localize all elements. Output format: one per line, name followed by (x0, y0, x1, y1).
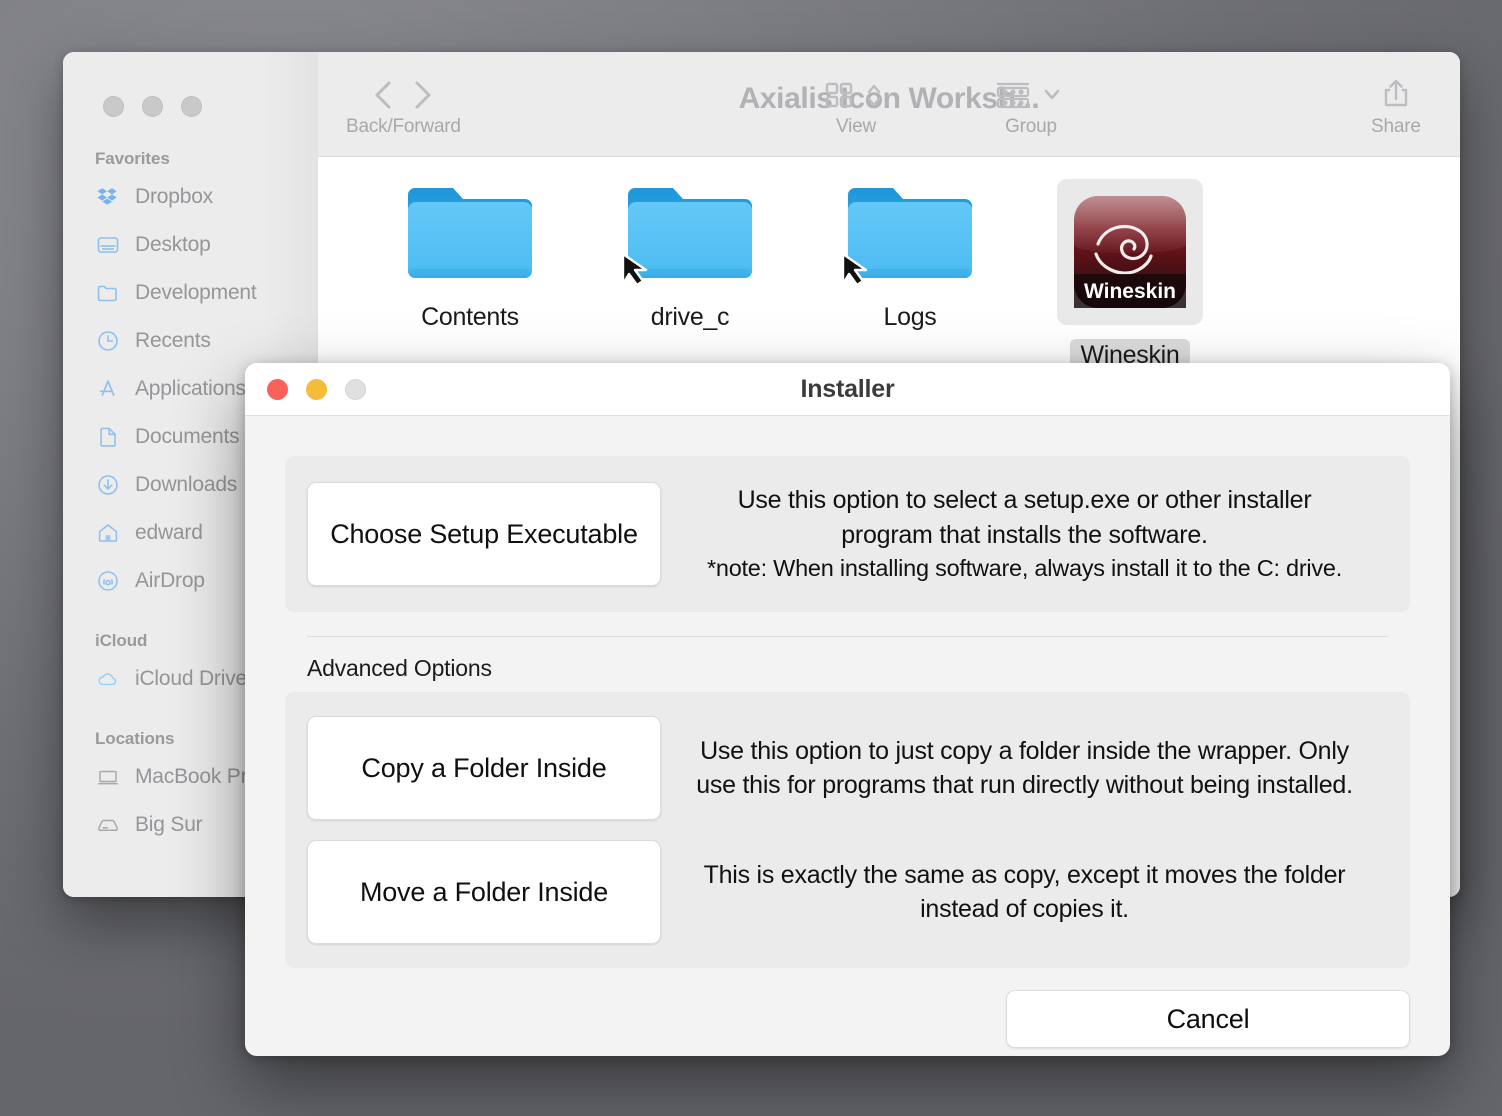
finder-close-button[interactable] (103, 96, 124, 117)
copy-option-description: Use this option to just copy a folder in… (696, 736, 1353, 800)
file-item-wineskin[interactable]: Wineskin Wineskin (1020, 179, 1240, 372)
sidebar-item-label: Desktop (135, 233, 211, 256)
finder-traffic-lights[interactable] (63, 78, 318, 117)
file-item-drive-c[interactable]: drive_c (580, 179, 800, 372)
svg-text:Wineskin: Wineskin (1084, 280, 1176, 303)
advanced-options-panel: Copy a Folder Inside Use this option to … (285, 692, 1410, 968)
sidebar-item-dropbox[interactable]: Dropbox (63, 173, 318, 221)
toolbar-view[interactable]: View (817, 72, 895, 138)
toolbar-label: Group (1005, 116, 1057, 137)
sidebar-group-title-favorites: Favorites (95, 149, 170, 168)
sidebar-item-label: Documents (135, 425, 240, 448)
clock-icon (95, 328, 121, 354)
advanced-option-copy: Copy a Folder Inside Use this option to … (307, 716, 1388, 820)
toolbar-label: Back/Forward (346, 116, 461, 137)
cloud-icon (95, 666, 121, 692)
installer-footer: Cancel (245, 968, 1450, 1048)
app-store-icon (95, 376, 121, 402)
primary-desc-line1: Use this option to select a setup.exe or… (737, 486, 1312, 515)
sidebar-item-label: edward (135, 521, 203, 544)
file-item-contents[interactable]: Contents (360, 179, 580, 372)
home-icon (95, 520, 121, 546)
dropbox-icon (95, 184, 121, 210)
sidebar-item-label: Recents (135, 329, 211, 352)
choose-setup-executable-button[interactable]: Choose Setup Executable (307, 482, 661, 586)
sidebar-item-label: Downloads (135, 473, 238, 496)
sidebar-item-development[interactable]: Development (63, 269, 318, 317)
hard-drive-icon (95, 812, 121, 838)
sidebar-item-label: Applications (135, 377, 246, 400)
sidebar-item-recents[interactable]: Recents (63, 317, 318, 365)
grid-view-icon[interactable] (817, 72, 895, 118)
file-row: Contents drive_c Logs Wineskin Wineskin (318, 179, 1460, 372)
sidebar-item-label: Dropbox (135, 185, 213, 208)
alias-arrow-icon (839, 248, 875, 291)
sidebar-item-label: MacBook Pro (135, 765, 259, 788)
file-label: drive_c (650, 303, 730, 331)
airdrop-icon (95, 568, 121, 594)
share-icon[interactable] (1373, 72, 1419, 118)
advanced-options-label: Advanced Options (307, 655, 492, 681)
folder-icon-contents (405, 179, 535, 287)
toolbar-share[interactable]: Share (1371, 72, 1421, 138)
installer-body: Choose Setup Executable Use this option … (245, 416, 1450, 968)
file-label: Contents (421, 303, 519, 331)
primary-desc-line2: program that installs the software. (841, 520, 1208, 549)
copy-folder-inside-button[interactable]: Copy a Folder Inside (307, 716, 661, 820)
primary-option-panel: Choose Setup Executable Use this option … (285, 456, 1410, 612)
installer-dialog[interactable]: Installer Choose Setup Executable Use th… (245, 363, 1450, 1056)
toolbar-label: View (835, 116, 877, 137)
finder-minimize-button[interactable] (142, 96, 163, 117)
alias-arrow-icon (619, 248, 655, 291)
folder-icon-drive-c (621, 179, 755, 287)
download-icon (95, 472, 121, 498)
file-label: Logs (883, 303, 937, 331)
wineskin-app-icon: Wineskin (1057, 179, 1203, 325)
finder-zoom-button[interactable] (181, 96, 202, 117)
desktop-icon (95, 232, 121, 258)
chevron-left-right-icon[interactable] (347, 72, 459, 118)
cancel-button[interactable]: Cancel (1006, 990, 1410, 1048)
primary-desc-note: *note: When installing software, always … (706, 555, 1343, 582)
group-rows-icon[interactable] (990, 72, 1072, 118)
finder-toolbar: Back/Forward Axialis Icon Worksh... View (318, 52, 1460, 157)
move-folder-inside-button[interactable]: Move a Folder Inside (307, 840, 661, 944)
toolbar-group[interactable]: Group (990, 72, 1072, 138)
folder-icon (95, 280, 121, 306)
folder-icon-logs (841, 179, 975, 287)
toolbar-back-forward[interactable]: Back/Forward (346, 72, 461, 138)
toolbar-label: Share (1371, 116, 1421, 137)
sidebar-item-desktop[interactable]: Desktop (63, 221, 318, 269)
advanced-option-move: Move a Folder Inside This is exactly the… (307, 840, 1388, 944)
file-item-logs[interactable]: Logs (800, 179, 1020, 372)
laptop-icon (95, 764, 121, 790)
sidebar-item-label: Development (135, 281, 257, 304)
move-option-description: This is exactly the same as copy, except… (703, 860, 1346, 924)
installer-title: Installer (800, 374, 895, 403)
sidebar-item-label: Big Sur (135, 813, 203, 836)
document-icon (95, 424, 121, 450)
sidebar-item-label: AirDrop (135, 569, 205, 592)
installer-titlebar[interactable]: Installer (245, 363, 1450, 416)
primary-option-description: Use this option to select a setup.exe or… (661, 483, 1388, 584)
sidebar-item-label: iCloud Drive (135, 667, 247, 690)
